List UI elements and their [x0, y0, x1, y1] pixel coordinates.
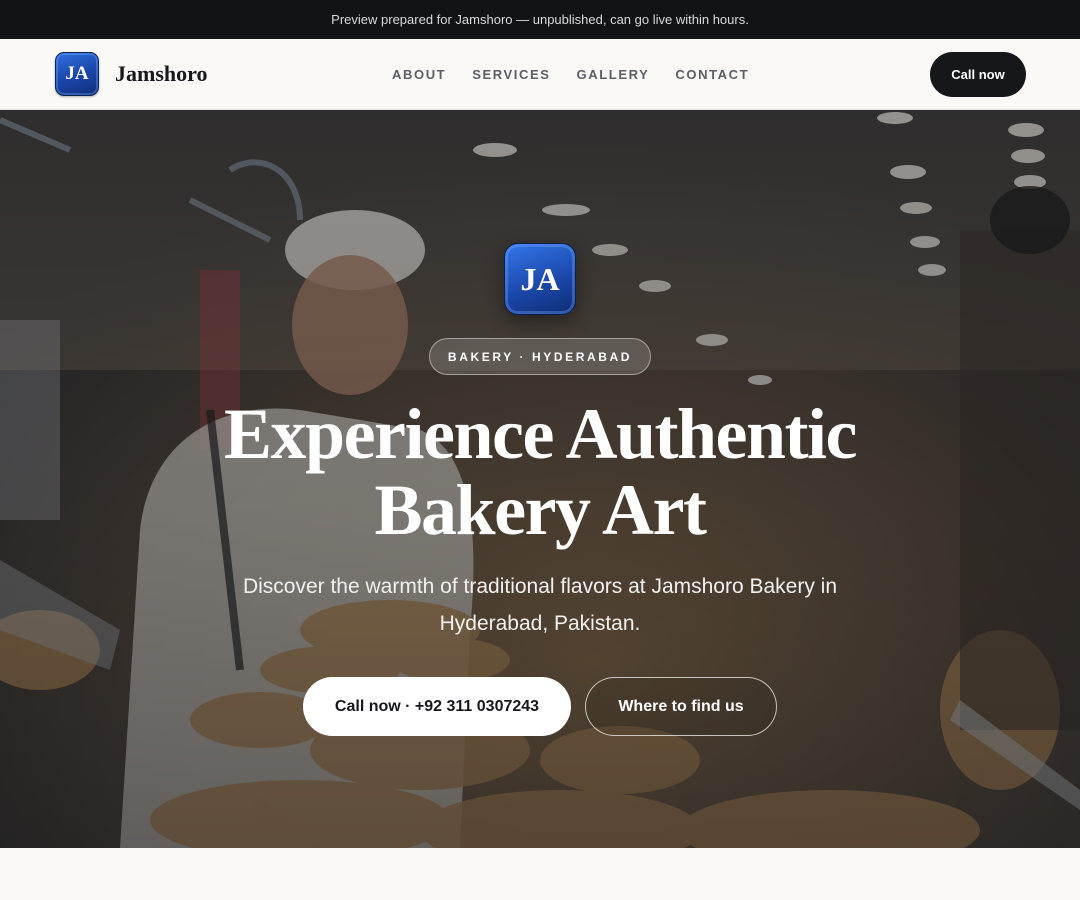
call-now-button[interactable]: Call now [930, 52, 1026, 97]
nav-link-gallery[interactable]: GALLERY [577, 67, 650, 82]
hero-title-line-2: Bakery Art [374, 470, 707, 550]
brand-link[interactable]: JA Jamshoro [55, 52, 208, 96]
hero-title: Experience Authentic Bakery Art [140, 396, 940, 548]
hero-subtitle: Discover the warmth of traditional flavo… [242, 575, 838, 635]
site-header: JA Jamshoro ABOUT SERVICES GALLERY CONTA… [0, 39, 1080, 110]
brand-name: Jamshoro [115, 61, 208, 86]
hero-eyebrow-badge: BAKERY · HYDERABAD [429, 338, 651, 375]
call-now-phone-button[interactable]: Call now · +92 311 0307243 [303, 677, 571, 736]
logo-icon: JA [55, 52, 99, 96]
main-nav: ABOUT SERVICES GALLERY CONTACT [392, 39, 775, 109]
hero-title-line-1: Experience Authentic [224, 394, 857, 474]
announcement-text: Preview prepared for Jamshoro — unpublis… [331, 12, 749, 27]
hero-section: JA BAKERY · HYDERABAD Experience Authent… [0, 110, 1080, 848]
nav-link-contact[interactable]: CONTACT [675, 67, 749, 82]
hero-logo-icon: JA [504, 243, 576, 315]
nav-link-services[interactable]: SERVICES [472, 67, 550, 82]
nav-link-about[interactable]: ABOUT [392, 67, 446, 82]
announcement-bar: Preview prepared for Jamshoro — unpublis… [0, 0, 1080, 39]
find-us-button[interactable]: Where to find us [585, 677, 777, 736]
